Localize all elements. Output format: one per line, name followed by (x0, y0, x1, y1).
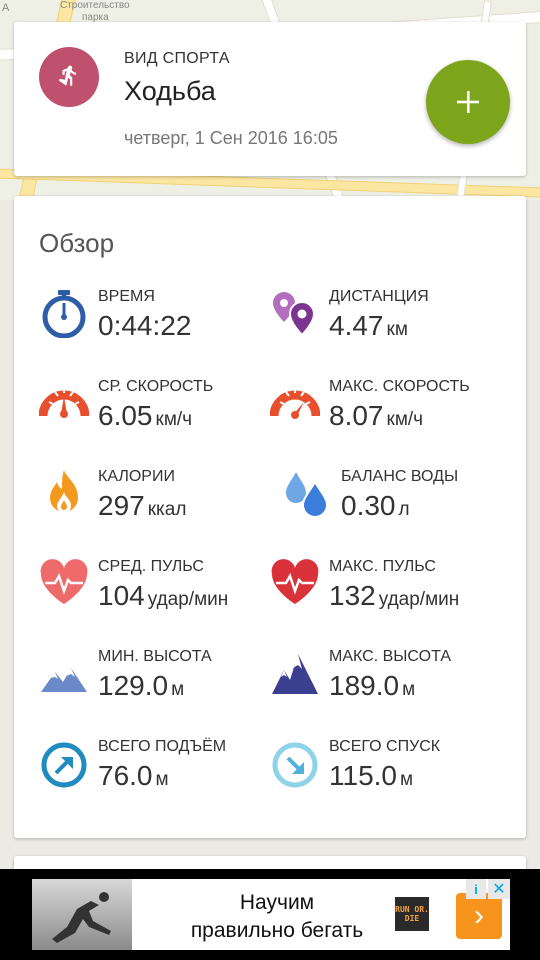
stat-label: ВРЕМЯ (98, 288, 155, 305)
stat-value: 129.0 м (98, 670, 185, 701)
mountains-light-icon (41, 668, 87, 692)
overview-card: Обзор ВРЕМЯ 0:44:22 ДИСТАНЦИЯ 4.47 км СР.… (14, 196, 526, 838)
stat-label: ВСЕГО СПУСК (329, 738, 441, 755)
stat-max-altitude: МАКС. ВЫСОТА 189.0 м (270, 648, 510, 728)
stat-total-ascent: ВСЕГО ПОДЪЁМ 76.0 м (39, 738, 279, 818)
walking-icon[interactable] (39, 47, 99, 107)
workout-date: четверг, 1 Сен 2016 16:05 (124, 128, 338, 148)
ad-banner: Научим правильно бегать RUN OR. DIE › i … (0, 869, 540, 960)
stat-avg-speed: СР. СКОРОСТЬ 6.05 км/ч (39, 378, 279, 458)
stat-value: 297 ккал (98, 490, 187, 521)
sport-name: Ходьба (124, 76, 216, 106)
stat-avg-pulse: СРЕД. ПУЛЬС 104 удар/мин (39, 558, 279, 638)
stat-label: ДИСТАНЦИЯ (329, 288, 429, 305)
ad-image (32, 879, 132, 950)
heart-pulse-icon (40, 559, 88, 604)
ad-content[interactable]: Научим правильно бегать RUN OR. DIE › i … (32, 879, 510, 950)
stat-label: МАКС. ВЫСОТА (329, 648, 451, 665)
close-icon[interactable]: ✕ (488, 879, 510, 899)
stat-label: СР. СКОРОСТЬ (98, 378, 214, 395)
stat-value: 0:44:22 (98, 310, 192, 341)
mountains-dark-icon (272, 654, 318, 694)
stat-label: МАКС. ПУЛЬС (329, 558, 436, 575)
stopwatch-icon (42, 290, 86, 338)
ascent-arrow-icon (41, 742, 87, 788)
stat-value: 4.47 км (329, 310, 408, 341)
stat-value: 0.30 л (341, 490, 410, 521)
max-heart-pulse-icon (271, 559, 319, 604)
stat-label: БАЛАНС ВОДЫ (341, 468, 459, 485)
stat-total-descent: ВСЕГО СПУСК 115.0 м (270, 738, 510, 818)
flame-icon (50, 470, 78, 513)
ad-headline: Научим правильно бегать (190, 891, 364, 942)
overview-title: Обзор (39, 228, 115, 258)
workout-header-card: ВИД СПОРТА Ходьба четверг, 1 Сен 2016 16… (14, 22, 526, 176)
chevron-right-icon[interactable]: › (456, 893, 502, 939)
map-label: А (2, 2, 10, 14)
stat-distance: ДИСТАНЦИЯ 4.47 км (270, 288, 510, 368)
stat-value: 115.0 м (329, 760, 414, 791)
stat-max-pulse: МАКС. ПУЛЬС 132 удар/мин (270, 558, 510, 638)
water-drops-icon (286, 472, 329, 518)
speedometer-icon (39, 388, 89, 418)
stat-label: СРЕД. ПУЛЬС (98, 558, 204, 575)
max-speedometer-icon (270, 388, 320, 419)
stat-water: БАЛАНС ВОДЫ 0.30 л (282, 468, 522, 548)
stat-min-altitude: МИН. ВЫСОТА 129.0 м (39, 648, 279, 728)
add-button[interactable] (426, 60, 510, 144)
plus-icon (457, 91, 479, 113)
stat-value: 6.05 км/ч (98, 400, 193, 431)
stat-time: ВРЕМЯ 0:44:22 (39, 288, 279, 368)
stat-label: МАКС. СКОРОСТЬ (329, 378, 470, 395)
stat-value: 8.07 км/ч (329, 400, 424, 431)
stat-label: КАЛОРИИ (98, 468, 175, 485)
stat-value: 132 удар/мин (329, 580, 460, 611)
sport-type-label: ВИД СПОРТА (124, 50, 230, 67)
distance-pins-icon (273, 292, 316, 337)
descent-arrow-icon (272, 742, 318, 788)
ad-logo: RUN OR. DIE (395, 897, 429, 931)
map-label: Строительство (60, 0, 130, 11)
stat-value: 189.0 м (329, 670, 416, 701)
stat-value: 104 удар/мин (98, 580, 229, 611)
stat-label: ВСЕГО ПОДЪЁМ (98, 738, 227, 755)
stat-label: МИН. ВЫСОТА (98, 648, 212, 665)
stat-value: 76.0 м (98, 760, 169, 791)
stat-max-speed: МАКС. СКОРОСТЬ 8.07 км/ч (270, 378, 510, 458)
stat-calories: КАЛОРИИ 297 ккал (39, 468, 279, 548)
info-icon[interactable]: i (466, 879, 486, 899)
